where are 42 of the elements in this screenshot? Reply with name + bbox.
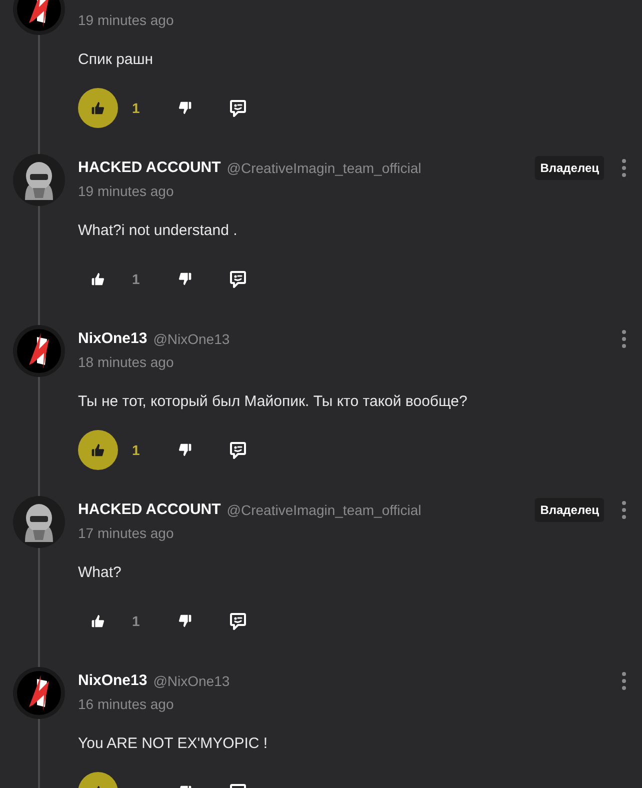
thumbs-up-icon bbox=[90, 442, 106, 458]
author-name[interactable]: NixOne13 bbox=[78, 328, 148, 350]
avatar bbox=[13, 154, 65, 206]
like-button[interactable] bbox=[78, 430, 118, 470]
avatar bbox=[13, 667, 65, 719]
thumbs-down-icon bbox=[177, 613, 193, 629]
comment-time: 16 minutes ago bbox=[78, 694, 174, 714]
like-count: 1 bbox=[132, 98, 141, 118]
like-count: 1 bbox=[132, 440, 141, 460]
comment-time: 18 minutes ago bbox=[78, 352, 174, 372]
thumbs-up-icon bbox=[90, 271, 106, 287]
author-name[interactable]: HACKED ACCOUNT bbox=[78, 156, 221, 180]
author-handle[interactable]: @CreativeImagin_team_official bbox=[226, 500, 422, 520]
like-count: 1 bbox=[132, 612, 141, 630]
like-count: 1 bbox=[132, 270, 141, 288]
thumbs-down-icon bbox=[177, 442, 193, 458]
owner-badge: Владелец bbox=[535, 498, 604, 522]
avatar bbox=[13, 325, 65, 377]
author-name[interactable]: NixOne13 bbox=[78, 670, 148, 692]
avatar bbox=[13, 496, 65, 548]
comment-text: Ты не тот, который был Майопик. Ты кто такой вообще? bbox=[78, 392, 468, 412]
thumbs-up-icon bbox=[90, 100, 106, 116]
thumbs-down-icon bbox=[177, 271, 193, 287]
comment-text: What? bbox=[78, 563, 122, 583]
comment-text: What?i not understand . bbox=[78, 221, 238, 241]
reply-icon bbox=[229, 612, 247, 630]
comment-text: Спик рашн bbox=[78, 50, 154, 70]
reply-icon bbox=[229, 441, 247, 459]
author-handle[interactable]: @NixOne13 bbox=[153, 670, 230, 692]
comment-time: 17 minutes ago bbox=[78, 524, 174, 543]
reply-icon bbox=[229, 270, 247, 288]
comment-time: 19 minutes ago bbox=[78, 10, 174, 30]
author-handle[interactable]: @CreativeImagin_team_official bbox=[226, 158, 422, 178]
comment-time: 19 minutes ago bbox=[78, 182, 174, 201]
author-name[interactable]: HACKED ACCOUNT bbox=[78, 498, 221, 522]
like-button[interactable] bbox=[78, 88, 118, 128]
thumbs-down-icon bbox=[177, 100, 193, 116]
thumbs-up-icon bbox=[90, 613, 106, 629]
owner-badge: Владелец bbox=[535, 156, 604, 180]
comment-text: You ARE NOT EX'MYOPIC ! bbox=[78, 734, 268, 754]
reply-icon bbox=[229, 99, 247, 117]
author-handle[interactable]: @NixOne13 bbox=[153, 328, 230, 350]
